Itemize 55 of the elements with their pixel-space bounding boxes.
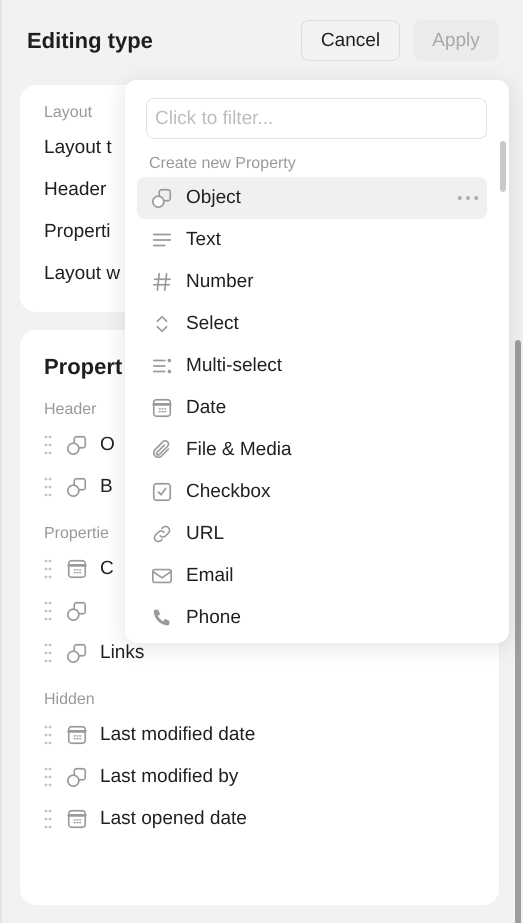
calendar-icon [66, 808, 88, 830]
scrollbar[interactable] [500, 141, 506, 192]
menu-item[interactable]: Number [137, 261, 487, 303]
calendar-icon [66, 724, 88, 746]
menu-item[interactable]: Email [137, 555, 487, 597]
drag-handle-icon[interactable] [44, 809, 52, 829]
page-title: Editing type [27, 28, 153, 54]
shapes-icon [151, 187, 173, 209]
drag-handle-icon[interactable] [44, 725, 52, 745]
menu-item[interactable]: Phone [137, 597, 487, 639]
drag-handle-icon[interactable] [44, 477, 52, 497]
property-label[interactable]: Last modified by [100, 766, 238, 788]
card-title: Propert [44, 353, 122, 381]
menu-item[interactable]: Checkbox [137, 471, 487, 513]
drag-handle-icon[interactable] [44, 435, 52, 455]
scrollbar[interactable] [515, 340, 521, 923]
shapes-icon [66, 600, 88, 622]
drag-handle-icon[interactable] [44, 601, 52, 621]
shapes-icon [66, 766, 88, 788]
shapes-icon [66, 642, 88, 664]
shapes-icon [66, 476, 88, 498]
setting-label[interactable]: Header [44, 169, 106, 211]
property-label[interactable]: B [100, 476, 113, 498]
section-label: Hidden [44, 690, 95, 710]
setting-label[interactable]: Layout w [44, 253, 120, 295]
menu-item[interactable]: URL [137, 513, 487, 555]
property-label[interactable]: O [100, 434, 115, 456]
link-icon [151, 523, 173, 545]
drag-handle-icon[interactable] [44, 767, 52, 787]
drag-handle-icon[interactable] [44, 559, 52, 579]
shapes-icon [66, 434, 88, 456]
calendar-icon [151, 397, 173, 419]
menu-item[interactable]: Multi-select [137, 345, 487, 387]
property-label[interactable]: Last modified date [100, 724, 256, 746]
drag-handle-icon[interactable] [44, 643, 52, 663]
filter-field[interactable]: Click to filter... [146, 98, 487, 139]
menu-item[interactable]: File & Media [137, 429, 487, 471]
menu-item[interactable]: Select [137, 303, 487, 345]
calendar-icon [66, 558, 88, 580]
section-label: Propertie [44, 524, 109, 544]
property-label[interactable]: Links [100, 642, 144, 664]
hash-icon [151, 271, 173, 293]
setting-label[interactable]: Layout t [44, 127, 112, 169]
cancel-button[interactable]: Cancel [301, 20, 400, 61]
menu-item[interactable]: Object [137, 177, 487, 219]
menu-item[interactable]: Date [137, 387, 487, 429]
more-icon[interactable] [457, 195, 479, 201]
menu-heading: Create new Property [149, 154, 297, 174]
checkbox-icon [151, 481, 173, 503]
section-label: Layout [44, 103, 92, 123]
property-label[interactable]: Last opened date [100, 808, 247, 830]
section-label: Header [44, 400, 96, 420]
property-label[interactable]: C [100, 558, 114, 580]
menu-item[interactable]: Text [137, 219, 487, 261]
setting-label[interactable]: Properti [44, 211, 111, 253]
